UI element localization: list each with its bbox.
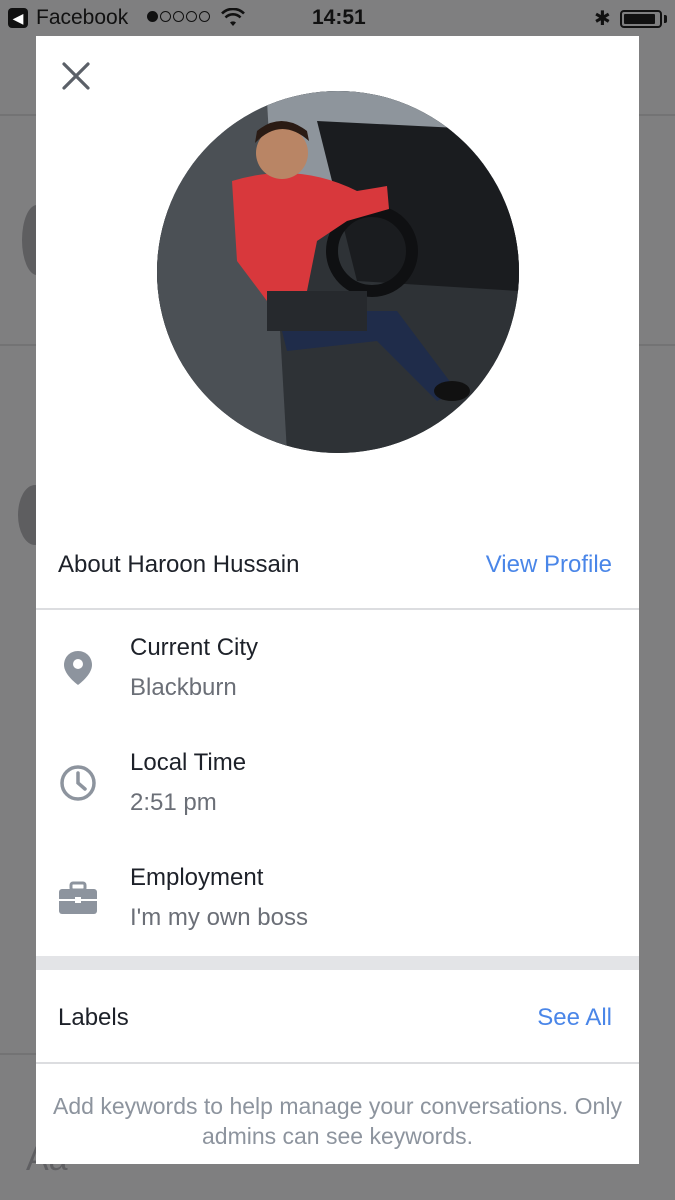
clock-icon — [58, 763, 98, 803]
background-divider — [639, 344, 675, 346]
close-button[interactable] — [54, 54, 98, 98]
labels-hint-text: Add keywords to help manage your convers… — [53, 1093, 622, 1149]
info-label: Employment — [130, 864, 264, 891]
info-local-time: Local Time 2:51 pm — [36, 749, 639, 849]
info-label: Local Time — [130, 749, 247, 776]
back-app-label[interactable]: Facebook — [36, 6, 128, 30]
signal-strength-icon — [147, 11, 210, 22]
contact-info-card: About Haroon Hussain View Profile Curren… — [36, 36, 639, 1164]
battery-tip — [664, 15, 667, 23]
status-bar: ◀ Facebook 14:51 ✱ — [0, 0, 675, 36]
info-label: Current City — [130, 634, 259, 661]
labels-title: Labels — [58, 1004, 129, 1031]
profile-photo[interactable] — [157, 91, 519, 453]
info-value: I'm my own boss — [130, 904, 308, 931]
background-divider — [0, 1053, 36, 1055]
close-icon — [62, 62, 90, 90]
back-to-app-icon[interactable]: ◀ — [8, 8, 28, 28]
about-title: About Haroon Hussain — [58, 551, 300, 578]
background-divider — [0, 114, 36, 116]
location-pin-icon — [58, 648, 98, 688]
section-separator — [36, 956, 639, 970]
view-profile-link[interactable]: View Profile — [486, 551, 612, 579]
clock-time: 14:51 — [312, 6, 366, 29]
info-value: Blackburn — [130, 674, 237, 701]
briefcase-icon — [58, 878, 98, 918]
about-header: About Haroon Hussain View Profile — [36, 536, 639, 610]
labels-header: Labels See All — [36, 970, 639, 1064]
info-value: 2:51 pm — [130, 789, 217, 816]
background-divider — [0, 344, 36, 346]
info-employment: Employment I'm my own boss — [36, 864, 639, 964]
battery-icon — [620, 10, 662, 28]
background-divider — [639, 114, 675, 116]
info-current-city: Current City Blackburn — [36, 634, 639, 734]
wifi-icon — [221, 8, 245, 26]
bluetooth-icon: ✱ — [594, 8, 611, 30]
profile-photo-illustration — [157, 91, 519, 453]
see-all-link[interactable]: See All — [537, 1004, 612, 1032]
